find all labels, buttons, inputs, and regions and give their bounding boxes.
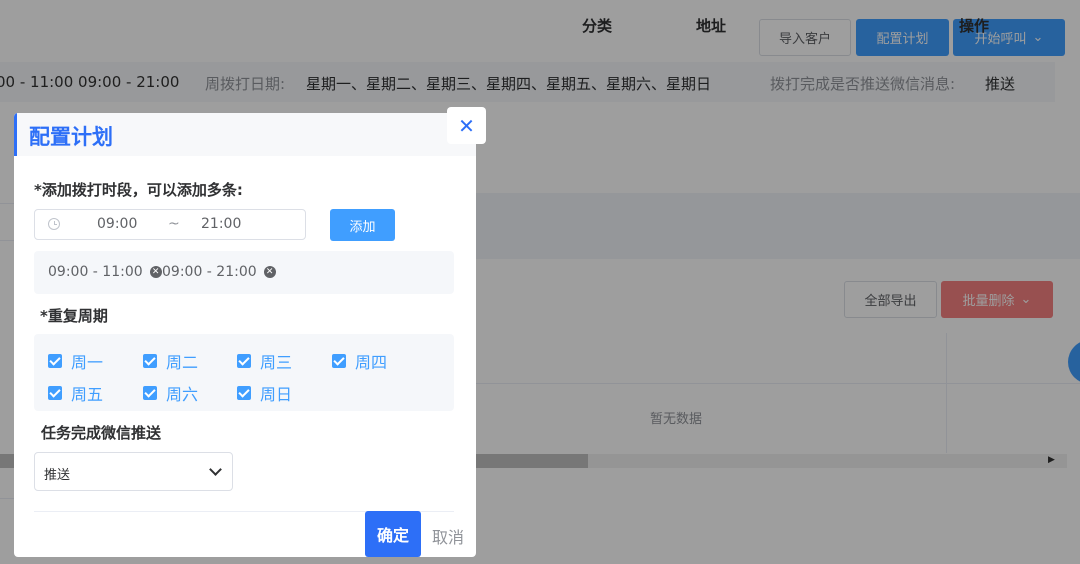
weekday-checkbox-tue[interactable]: 周二 — [143, 349, 198, 373]
wechat-push-label: 任务完成微信推送 — [41, 424, 162, 442]
checkbox-checked-icon — [143, 386, 157, 400]
time-start-value[interactable]: 09:00 — [97, 216, 137, 232]
weekday-label: 周一 — [71, 353, 104, 372]
checkbox-checked-icon — [332, 354, 346, 368]
checkbox-checked-icon — [237, 354, 251, 368]
weekday-checkbox-wed[interactable]: 周三 — [237, 349, 292, 373]
weekday-checkbox-group: 周一 周二 周三 周四 周五 周六 周日 — [34, 334, 454, 411]
time-end-value[interactable]: 21:00 — [201, 216, 241, 232]
add-time-slot-button[interactable]: 添加 — [330, 209, 395, 241]
weekday-label: 周四 — [355, 353, 388, 372]
cancel-button[interactable]: 取消 — [432, 524, 464, 548]
time-slot-tag: 09:00 - 11:00 ✕ — [48, 264, 162, 280]
chevron-down-icon — [209, 463, 222, 476]
time-slot-tag-label: 09:00 - 11:00 — [48, 264, 143, 280]
add-time-slot-label: *添加拨打时段，可以添加多条: — [34, 181, 243, 199]
weekday-label: 周五 — [71, 385, 104, 404]
checkbox-checked-icon — [143, 354, 157, 368]
wechat-push-select[interactable]: 推送 — [34, 452, 233, 491]
config-plan-dialog: 配置计划 *添加拨打时段，可以添加多条: 09:00 ~ 21:00 添加 09… — [14, 113, 476, 557]
dialog-header: 配置计划 — [14, 113, 476, 156]
checkbox-checked-icon — [48, 354, 62, 368]
checkbox-checked-icon — [237, 386, 251, 400]
weekday-checkbox-sat[interactable]: 周六 — [143, 381, 198, 405]
repeat-cycle-label: *重复周期 — [40, 307, 108, 325]
close-icon[interactable]: ✕ — [263, 266, 276, 278]
time-range-picker[interactable]: 09:00 ~ 21:00 — [34, 209, 306, 240]
weekday-checkbox-mon[interactable]: 周一 — [48, 349, 103, 373]
weekday-checkbox-fri[interactable]: 周五 — [48, 381, 103, 405]
weekday-label: 周六 — [166, 385, 199, 404]
weekday-checkbox-sun[interactable]: 周日 — [237, 381, 292, 405]
dialog-title: 配置计划 — [29, 125, 113, 149]
confirm-button[interactable]: 确定 — [365, 511, 421, 557]
wechat-push-select-value: 推送 — [44, 468, 71, 483]
time-slot-tags: 09:00 - 11:00 ✕ 09:00 - 21:00 ✕ — [34, 251, 454, 294]
weekday-label: 周日 — [260, 385, 293, 404]
close-icon[interactable]: ✕ — [149, 266, 162, 278]
time-slot-tag-label: 09:00 - 21:00 — [162, 264, 257, 280]
time-slot-tag: 09:00 - 21:00 ✕ — [162, 264, 276, 280]
time-range-separator: ~ — [168, 216, 180, 232]
clock-icon — [48, 218, 60, 230]
checkbox-checked-icon — [48, 386, 62, 400]
weekday-label: 周三 — [260, 353, 293, 372]
weekday-label: 周二 — [166, 353, 199, 372]
weekday-checkbox-thu[interactable]: 周四 — [332, 349, 387, 373]
close-icon[interactable]: ✕ — [447, 107, 486, 144]
